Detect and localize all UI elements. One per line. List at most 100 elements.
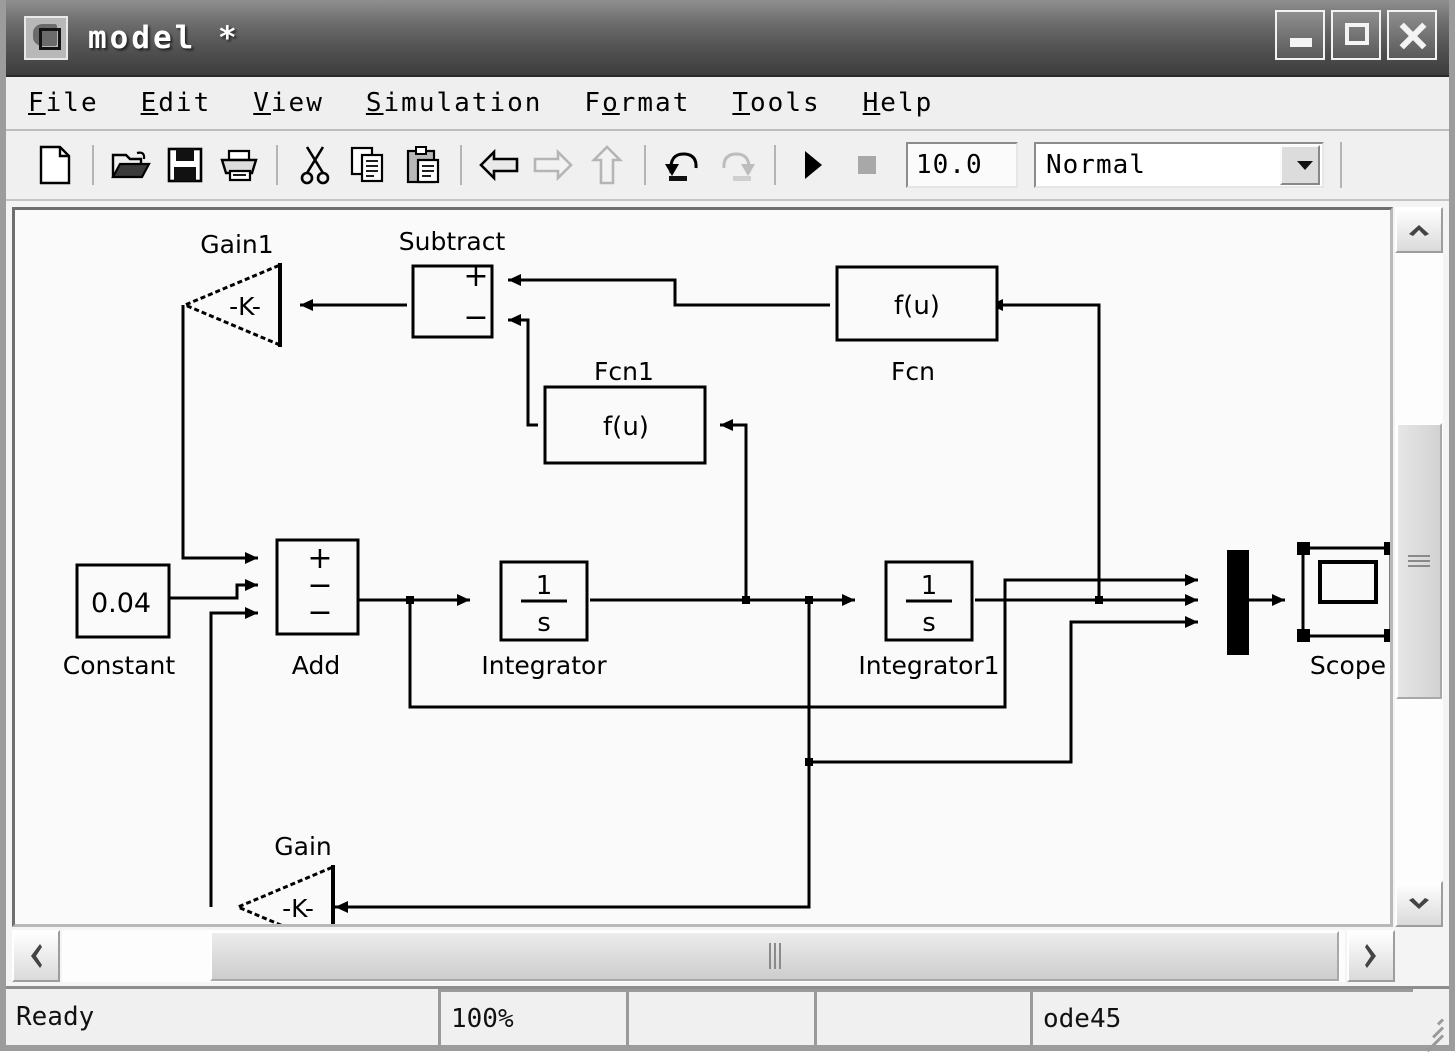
menu-simulation[interactable]: Simulation [366,88,543,118]
undo-arrow-icon [665,152,698,181]
menu-file[interactable]: File [28,88,99,118]
gain-label: Gain [274,832,331,861]
fcn1-label: Fcn1 [594,357,654,386]
menu-tools[interactable]: Tools [732,88,820,118]
scope-label: Scope [1310,651,1386,680]
menu-help-label: elp [880,88,934,118]
fcn1-value: f(u) [603,412,649,442]
scroll-left-arrow[interactable] [12,930,60,982]
gain-value: -K- [282,894,314,923]
new-document-icon [39,145,71,185]
junction-integrator1-output [1095,596,1103,604]
menu-format[interactable]: Format [584,88,690,118]
menu-edit[interactable]: Edit [141,88,212,118]
chevron-down-icon[interactable] [1280,145,1320,185]
scroll-grip-icon [1408,552,1430,570]
model-canvas[interactable]: Gain1 -K- Subtract + − f(u) Fcn Fcn1 f(u… [12,207,1393,927]
stop-time-value: 10.0 [916,150,983,180]
gain1-value: -K- [229,292,261,321]
wire-fcn1-to-subtract-minus [508,314,538,427]
clipboard-icon [406,146,440,184]
status-message: Ready [16,1002,95,1032]
stop-icon [858,156,876,174]
open-model-button[interactable] [104,138,158,192]
up-level-button [580,138,634,192]
horizontal-scrollbar[interactable] [12,930,1443,982]
subtract-plus-port: + [463,259,488,294]
toolbar: 10.0 Normal [6,131,1449,201]
toolbar-separator-1 [92,145,94,185]
add-label: Add [292,651,340,680]
vertical-scrollbar[interactable] [1395,207,1443,927]
wire-branch-to-gain [335,762,811,913]
wire-gain1-to-add-plus [181,305,258,564]
scrollbar-corner [1395,930,1443,982]
integrator1-denominator: s [922,608,936,638]
arrow-left-icon [479,148,519,182]
scroll-down-arrow[interactable] [1395,881,1443,927]
arrow-up-icon [590,145,624,185]
back-button[interactable] [472,138,526,192]
arrow-right-icon [533,148,573,182]
horizontal-scroll-track[interactable] [62,930,1345,982]
subtract-label: Subtract [399,227,506,256]
subtract-minus-port: − [463,300,488,335]
integrator-numerator: 1 [536,571,553,601]
save-model-button[interactable] [158,138,212,192]
scroll-grip-icon [768,943,781,969]
wire-fcn-to-subtract-plus [508,274,830,307]
menu-view[interactable]: View [253,88,324,118]
menu-view-label: iew [270,88,324,118]
horizontal-scroll-thumb[interactable] [210,931,1339,981]
scroll-right-arrow[interactable] [1347,930,1395,982]
menu-help[interactable]: Help [863,88,934,118]
copy-pages-icon [350,146,384,183]
copy-button[interactable] [342,138,396,192]
window-controls [1275,10,1437,60]
vertical-scroll-thumb[interactable] [1396,422,1442,699]
wire-integrator-branch-to-fcn1 [720,419,748,600]
wire-gain-to-add [209,607,258,907]
integrator1-numerator: 1 [921,571,938,601]
junction-integrator-input [406,596,414,604]
wire-integrator1-branch-to-fcn [990,299,1101,600]
cut-button[interactable] [288,138,342,192]
wire-constant-to-add [170,579,258,600]
mux-block[interactable] [1227,550,1249,655]
menu-edit-label: dit [158,88,212,118]
work-area: Gain1 -K- Subtract + − f(u) Fcn Fcn1 f(u… [6,201,1449,986]
undo-button[interactable] [656,138,710,192]
toolbar-separator-6 [1340,142,1342,188]
menu-format-label: rmat [619,88,691,118]
integrator1-label: Integrator1 [858,651,999,680]
play-icon [805,151,822,179]
title-bar: model * [6,0,1449,77]
simulation-stop-time-input[interactable]: 10.0 [906,142,1018,188]
minimize-button[interactable] [1275,10,1325,60]
status-solver: ode45 [1030,989,1413,1045]
scope-block[interactable] [1301,546,1390,638]
print-button[interactable] [212,138,266,192]
toolbar-separator-3 [460,145,462,185]
menu-file-label: ile [45,88,99,118]
menu-bar: File Edit View Simulation Format Tools H… [6,77,1449,131]
menu-simulation-label: imulation [383,88,543,118]
resize-grip-icon[interactable] [1413,989,1449,1052]
vertical-scroll-track[interactable] [1395,253,1443,881]
paste-button[interactable] [396,138,450,192]
new-model-button[interactable] [28,138,82,192]
status-pane-4 [814,989,1030,1045]
floppy-disk-icon [167,147,203,183]
junction-lower-branch [805,758,813,766]
redo-button [710,138,764,192]
close-button[interactable] [1387,10,1437,60]
open-folder-icon [111,151,151,179]
simulation-mode-select[interactable]: Normal [1034,142,1324,188]
status-zoom: 100% [438,989,626,1045]
status-bar: Ready 100% ode45 [6,986,1449,1052]
maximize-button[interactable] [1331,10,1381,60]
canvas-row: Gain1 -K- Subtract + − f(u) Fcn Fcn1 f(u… [12,207,1443,927]
scroll-up-arrow[interactable] [1395,207,1443,253]
start-simulation-button[interactable] [786,138,840,192]
simulink-model-icon [24,15,68,60]
